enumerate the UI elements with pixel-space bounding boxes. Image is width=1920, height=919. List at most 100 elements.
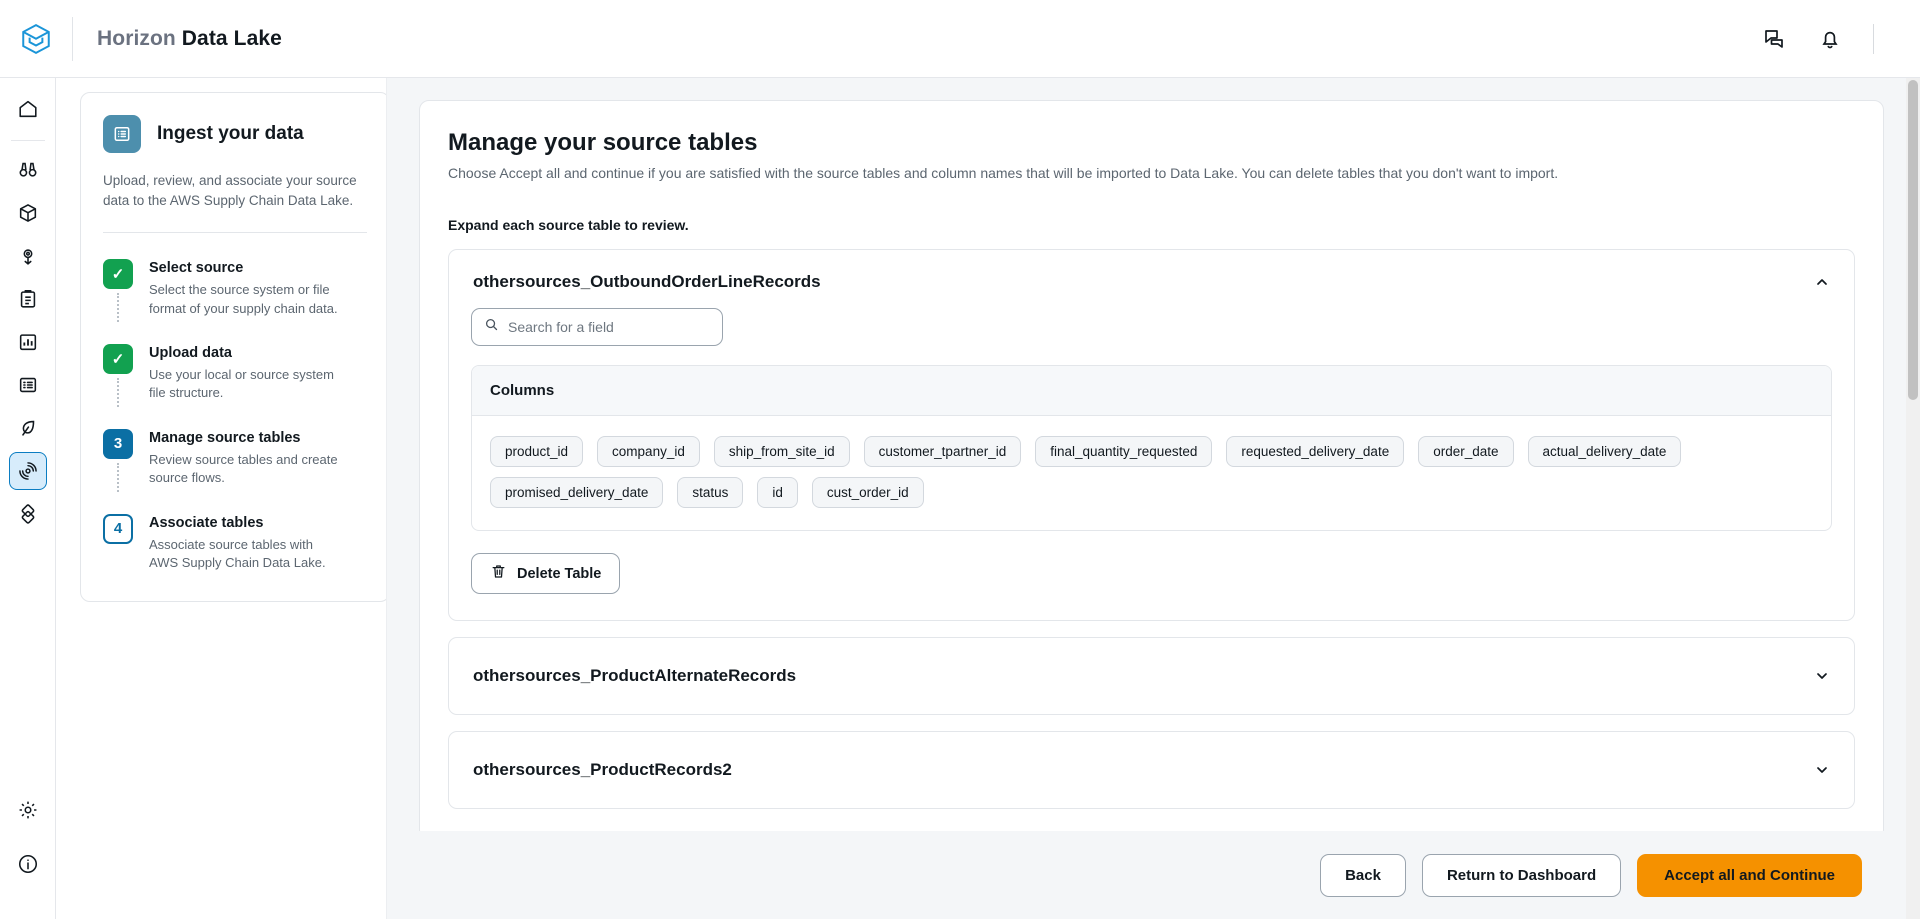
step-badge: ✓ (103, 259, 133, 289)
step-name: Select source (149, 260, 339, 276)
step-connector (117, 463, 119, 492)
table-name: othersources_ProductAlternateRecords (473, 666, 796, 686)
step-marker: ✓ (103, 259, 133, 318)
step-description: Select the source system or file format … (149, 281, 339, 318)
cube-logo-icon[interactable] (8, 22, 64, 56)
wizard-step-select-source[interactable]: ✓ Select source Select the source system… (103, 259, 367, 344)
header-actions (1761, 24, 1920, 54)
gear-icon[interactable] (9, 791, 47, 829)
wizard-step-upload-data[interactable]: ✓ Upload data Use your local or source s… (103, 344, 367, 429)
step-name: Upload data (149, 345, 339, 361)
header-divider (1873, 24, 1874, 54)
main-column: Manage your source tables Choose Accept … (386, 78, 1920, 919)
chevron-up-icon[interactable] (1814, 274, 1830, 290)
search-input[interactable] (508, 319, 710, 335)
page-title: Manage your source tables (448, 129, 1855, 157)
accept-all-and-continue-button[interactable]: Accept all and Continue (1637, 854, 1862, 897)
table-card-outbound-order-line-records: othersources_OutboundOrderLineRecords (448, 249, 1855, 621)
chevron-down-icon[interactable] (1814, 668, 1830, 684)
sidebar-item-analytics[interactable] (9, 323, 47, 361)
column-chip[interactable]: product_id (490, 436, 583, 467)
search-icon (484, 317, 499, 337)
sidebar-item-planning[interactable] (9, 280, 47, 318)
main-scroll-area: Manage your source tables Choose Accept … (387, 78, 1920, 919)
step-body: Upload data Use your local or source sys… (149, 344, 339, 403)
expand-note: Expand each source table to review. (448, 217, 1855, 233)
scrollbar-thumb[interactable] (1908, 80, 1918, 400)
sidebar-item-home[interactable] (9, 90, 47, 128)
sidebar-item-sustainability[interactable] (9, 409, 47, 447)
wizard-step-manage-source-tables[interactable]: 3 Manage source tables Review source tab… (103, 429, 367, 514)
wizard-step-associate-tables[interactable]: 4 Associate tables Associate source tabl… (103, 514, 367, 573)
delete-table-button[interactable]: Delete Table (471, 553, 620, 594)
column-chip[interactable]: order_date (1418, 436, 1513, 467)
column-chip-list: product_id company_id ship_from_site_id … (472, 416, 1831, 530)
sidebar-item-demand[interactable] (9, 366, 47, 404)
page-body: Ingest your data Upload, review, and ass… (56, 78, 1920, 919)
brand-name: Data Lake (182, 27, 282, 50)
rail-divider (11, 140, 45, 141)
step-body: Select source Select the source system o… (149, 259, 339, 318)
columns-box: Columns product_id company_id ship_from_… (471, 365, 1832, 531)
column-chip[interactable]: id (757, 477, 798, 508)
chat-icon[interactable] (1761, 26, 1787, 52)
step-body: Associate tables Associate source tables… (149, 514, 339, 573)
step-badge: 4 (103, 514, 133, 544)
sidebar-item-connections[interactable] (9, 495, 47, 533)
content-panel: Manage your source tables Choose Accept … (419, 100, 1884, 840)
step-marker: 4 (103, 514, 133, 573)
brand-prefix: Horizon (97, 27, 176, 50)
trash-icon (490, 563, 507, 584)
table-card-header[interactable]: othersources_ProductRecords2 (449, 732, 1854, 808)
rail-bottom-actions (9, 791, 47, 919)
step-name: Associate tables (149, 515, 339, 531)
wizard-divider (103, 232, 367, 233)
sidebar-item-insights[interactable] (9, 151, 47, 189)
step-description: Associate source tables with AWS Supply … (149, 536, 339, 573)
step-connector (117, 293, 119, 322)
column-chip[interactable]: ship_from_site_id (714, 436, 850, 467)
wizard-card: Ingest your data Upload, review, and ass… (80, 92, 390, 602)
table-card-header[interactable]: othersources_OutboundOrderLineRecords (449, 250, 1854, 298)
list-panel-icon (103, 115, 141, 153)
info-icon[interactable] (9, 845, 47, 883)
sidebar-item-inventory[interactable] (9, 194, 47, 232)
step-marker: ✓ (103, 344, 133, 403)
app-title: Horizon Data Lake (97, 27, 282, 51)
step-description: Use your local or source system file str… (149, 366, 339, 403)
bell-icon[interactable] (1817, 26, 1843, 52)
wizard-column: Ingest your data Upload, review, and ass… (56, 78, 386, 919)
column-chip[interactable]: company_id (597, 436, 700, 467)
column-chip[interactable]: requested_delivery_date (1226, 436, 1404, 467)
field-search-box[interactable] (471, 308, 723, 346)
column-chip[interactable]: final_quantity_requested (1035, 436, 1212, 467)
table-card-product-alternate-records: othersources_ProductAlternateRecords (448, 637, 1855, 715)
page-scrollbar[interactable] (1906, 78, 1920, 919)
sidebar-item-data-lake[interactable] (9, 452, 47, 490)
step-description: Review source tables and create source f… (149, 451, 339, 488)
delete-table-label: Delete Table (517, 566, 601, 582)
chevron-down-icon[interactable] (1814, 762, 1830, 778)
table-card-body: Columns product_id company_id ship_from_… (449, 298, 1854, 620)
left-nav-rail (0, 78, 56, 919)
top-header-bar: Horizon Data Lake (0, 0, 1920, 78)
return-to-dashboard-button[interactable]: Return to Dashboard (1422, 854, 1621, 897)
page-description: Choose Accept all and continue if you ar… (448, 165, 1855, 181)
back-button[interactable]: Back (1320, 854, 1406, 897)
step-name: Manage source tables (149, 430, 339, 446)
sidebar-item-network[interactable] (9, 237, 47, 275)
table-card-product-records-2: othersources_ProductRecords2 (448, 731, 1855, 809)
step-connector (117, 378, 119, 407)
column-chip[interactable]: cust_order_id (812, 477, 924, 508)
wizard-header: Ingest your data (103, 115, 367, 153)
table-name: othersources_ProductRecords2 (473, 760, 732, 780)
table-card-header[interactable]: othersources_ProductAlternateRecords (449, 638, 1854, 714)
step-badge: ✓ (103, 344, 133, 374)
column-chip[interactable]: actual_delivery_date (1528, 436, 1682, 467)
table-name: othersources_OutboundOrderLineRecords (473, 272, 821, 292)
column-chip[interactable]: promised_delivery_date (490, 477, 663, 508)
wizard-title: Ingest your data (157, 123, 304, 145)
step-marker: 3 (103, 429, 133, 488)
column-chip[interactable]: customer_tpartner_id (864, 436, 1022, 467)
column-chip[interactable]: status (677, 477, 743, 508)
